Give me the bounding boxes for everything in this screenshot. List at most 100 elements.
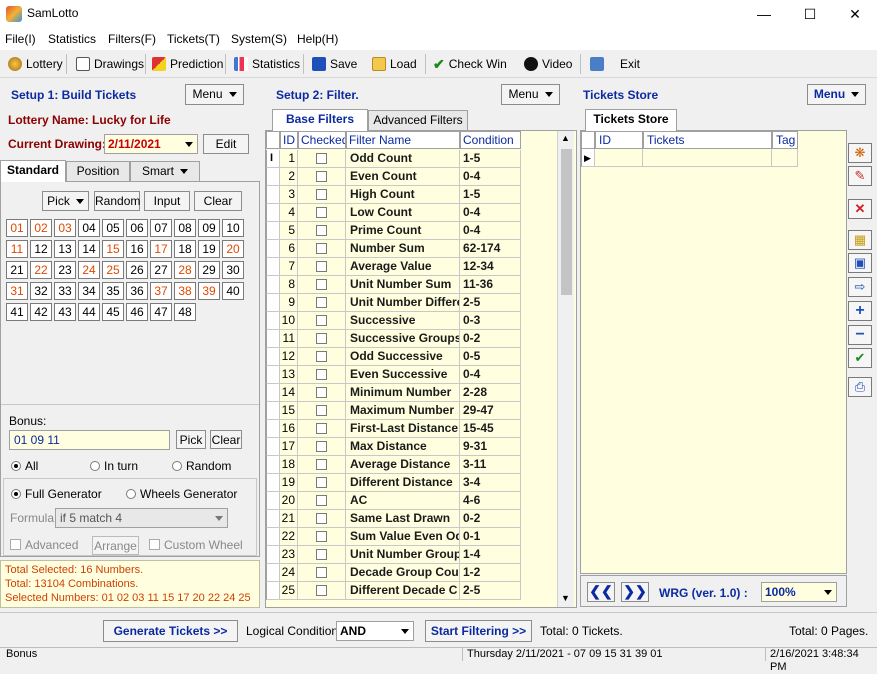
prediction-button[interactable]: Prediction (152, 54, 223, 74)
zoom-select[interactable]: 100% (761, 582, 837, 602)
edit-button[interactable]: Edit (203, 134, 249, 154)
filter-condition[interactable]: 1-5 (460, 186, 521, 204)
number-button[interactable]: 04 (78, 219, 100, 237)
tickets-menu-button[interactable]: Menu (807, 84, 866, 105)
minimize-icon[interactable]: — (741, 0, 787, 28)
start-filtering-button[interactable]: Start Filtering >> (425, 620, 532, 642)
filter-name[interactable]: Sum Value Even Od (346, 528, 460, 546)
filter-checkbox[interactable] (298, 438, 346, 456)
filter-name[interactable]: Prime Count (346, 222, 460, 240)
filter-condition[interactable]: 2-5 (460, 582, 521, 600)
filter-name[interactable]: Average Value (346, 258, 460, 276)
filter-name[interactable]: Even Successive (346, 366, 460, 384)
number-button[interactable]: 21 (6, 261, 28, 279)
number-button[interactable]: 16 (126, 240, 148, 258)
bonus-pick-button[interactable]: Pick (176, 430, 206, 449)
formula-select[interactable]: if 5 match 4 (55, 508, 228, 528)
statistics-button[interactable]: Statistics (234, 54, 300, 74)
number-button[interactable]: 43 (54, 303, 76, 321)
prev-page-button[interactable]: ❮❮ (587, 582, 615, 602)
filter-condition[interactable]: 11-36 (460, 276, 521, 294)
filter-col-condition[interactable]: Condition (460, 131, 521, 149)
tab-smart[interactable]: Smart (130, 161, 200, 181)
number-button[interactable]: 29 (198, 261, 220, 279)
check-ticket-icon[interactable]: ✔ (848, 348, 872, 368)
number-button[interactable]: 35 (102, 282, 124, 300)
filter-checkbox[interactable] (298, 402, 346, 420)
edit-ticket-icon[interactable]: ✎ (848, 166, 872, 186)
number-button[interactable]: 02 (30, 219, 52, 237)
number-button[interactable]: 14 (78, 240, 100, 258)
number-button[interactable]: 36 (126, 282, 148, 300)
filter-condition[interactable]: 0-4 (460, 204, 521, 222)
number-button[interactable]: 05 (102, 219, 124, 237)
filter-condition[interactable]: 0-4 (460, 168, 521, 186)
filter-name[interactable]: Odd Successive (346, 348, 460, 366)
input-button[interactable]: Input (144, 191, 190, 211)
number-button[interactable]: 37 (150, 282, 172, 300)
maximize-icon[interactable]: ☐ (787, 0, 833, 28)
pick-button[interactable]: Pick (42, 191, 89, 211)
number-button[interactable]: 12 (30, 240, 52, 258)
filter-checkbox[interactable] (298, 420, 346, 438)
number-button[interactable]: 38 (174, 282, 196, 300)
tab-advanced-filters[interactable]: Advanced Filters (368, 110, 468, 130)
number-button[interactable]: 22 (30, 261, 52, 279)
number-button[interactable]: 44 (78, 303, 100, 321)
filter-condition[interactable]: 3-4 (460, 474, 521, 492)
filter-condition[interactable]: 0-2 (460, 510, 521, 528)
radio-full-generator[interactable]: Full Generator (11, 487, 102, 501)
filter-name[interactable]: Different Distance (346, 474, 460, 492)
advanced-checkbox[interactable]: Advanced (10, 538, 78, 552)
tab-position[interactable]: Position (66, 161, 130, 181)
filter-name[interactable]: Unit Number Differe (346, 294, 460, 312)
setup2-menu-button[interactable]: Menu (501, 84, 560, 105)
filter-checkbox[interactable] (298, 258, 346, 276)
scroll-down-icon[interactable]: ▼ (561, 593, 570, 603)
menu-file[interactable]: File(I) (5, 32, 36, 46)
filter-name[interactable]: Maximum Number (346, 402, 460, 420)
filter-col-checked[interactable]: Checked (298, 131, 346, 149)
number-button[interactable]: 03 (54, 219, 76, 237)
filter-checkbox[interactable] (298, 366, 346, 384)
filter-name[interactable]: Different Decade C (346, 582, 460, 600)
open-folder-icon[interactable]: ▦ (848, 230, 872, 250)
filter-condition[interactable]: 4-6 (460, 492, 521, 510)
number-button[interactable]: 06 (126, 219, 148, 237)
number-button[interactable]: 26 (126, 261, 148, 279)
scrollbar-thumb[interactable] (561, 149, 572, 295)
filter-name[interactable]: Number Sum (346, 240, 460, 258)
number-button[interactable]: 31 (6, 282, 28, 300)
number-button[interactable]: 24 (78, 261, 100, 279)
number-button[interactable]: 10 (222, 219, 244, 237)
close-icon[interactable]: ✕ (832, 0, 877, 28)
filter-col-id[interactable]: ID (280, 131, 298, 149)
filter-name[interactable]: Unit Number Sum (346, 276, 460, 294)
radio-wheels-generator[interactable]: Wheels Generator (126, 487, 237, 501)
number-button[interactable]: 32 (30, 282, 52, 300)
number-button[interactable]: 23 (54, 261, 76, 279)
number-button[interactable]: 40 (222, 282, 244, 300)
arrange-button[interactable]: Arrange (92, 536, 139, 555)
filter-condition[interactable]: 62-174 (460, 240, 521, 258)
filter-condition[interactable]: 3-11 (460, 456, 521, 474)
filter-condition[interactable]: 2-5 (460, 294, 521, 312)
bonus-input[interactable]: 01 09 11 (9, 430, 170, 450)
filter-condition[interactable]: 2-28 (460, 384, 521, 402)
filter-name[interactable]: Low Count (346, 204, 460, 222)
export-icon[interactable]: ⇨ (848, 277, 872, 297)
filter-checkbox[interactable] (298, 276, 346, 294)
tab-tickets-store[interactable]: Tickets Store (585, 109, 677, 131)
menu-tickets[interactable]: Tickets(T) (167, 32, 220, 46)
logical-condition-select[interactable]: AND (336, 621, 414, 641)
filter-condition[interactable]: 0-5 (460, 348, 521, 366)
load-button[interactable]: Load (372, 54, 417, 74)
filter-checkbox[interactable] (298, 348, 346, 366)
filter-checkbox[interactable] (298, 474, 346, 492)
number-button[interactable]: 19 (198, 240, 220, 258)
filter-name[interactable]: Odd Count (346, 150, 460, 168)
number-button[interactable]: 11 (6, 240, 28, 258)
filter-name[interactable]: Same Last Drawn (346, 510, 460, 528)
filter-name[interactable]: Even Count (346, 168, 460, 186)
filter-checkbox[interactable] (298, 222, 346, 240)
